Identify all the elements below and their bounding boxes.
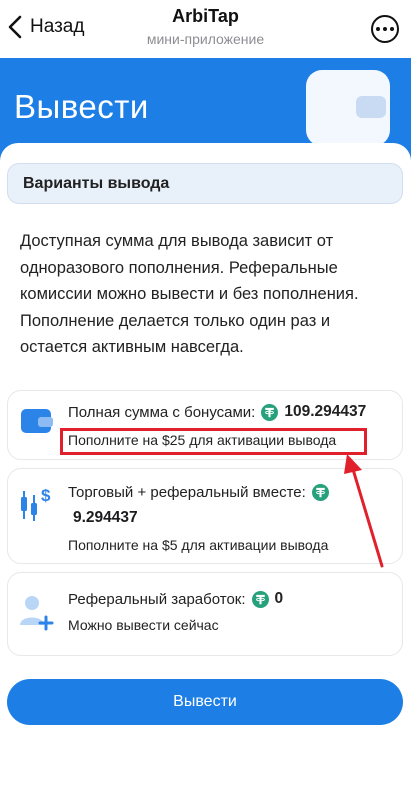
top-bar: Назад ArbiTap мини-приложение (0, 0, 411, 58)
app-title: ArbiTap (172, 6, 239, 26)
more-options-button[interactable] (371, 15, 399, 43)
tether-icon (251, 590, 269, 608)
annotation-highlight-box (60, 428, 367, 455)
withdraw-button[interactable]: Вывести (7, 679, 403, 725)
option-amount: 109.294437 (284, 403, 367, 420)
svg-text:$: $ (41, 486, 51, 505)
section-header: Варианты вывода (7, 163, 403, 204)
option-amount: 0 (274, 590, 284, 607)
more-dot-icon (376, 27, 380, 31)
option-amount: 9.294437 (73, 509, 138, 526)
tether-icon (311, 484, 329, 501)
section-description: Доступная сумма для вывода зависит от од… (20, 232, 359, 356)
add-user-icon (20, 596, 54, 631)
option-hint: Можно вывести сейчас (68, 617, 219, 633)
annotation-arrow-icon (344, 454, 384, 568)
section-title: Варианты вывода (23, 174, 170, 192)
option-hint: Пополните на $5 для активации вывода (68, 537, 329, 553)
trading-chart-icon: $ (21, 486, 51, 521)
option-label: Реферальный заработок: (68, 590, 246, 608)
option-label: Полная сумма с бонусами: (68, 403, 256, 421)
tether-icon (261, 403, 279, 421)
app-subtitle: мини-приложение (146, 31, 265, 47)
withdraw-option-referral[interactable]: Реферальный заработок: 0 Можно вывести с… (7, 572, 403, 656)
more-dot-icon (383, 27, 387, 31)
option-label: Торговый + реферальный вместе: (68, 484, 306, 501)
wallet-illustration-icon (306, 70, 390, 146)
page-title: Вывести (14, 88, 149, 125)
more-dot-icon (390, 27, 394, 31)
wallet-icon (21, 409, 53, 433)
